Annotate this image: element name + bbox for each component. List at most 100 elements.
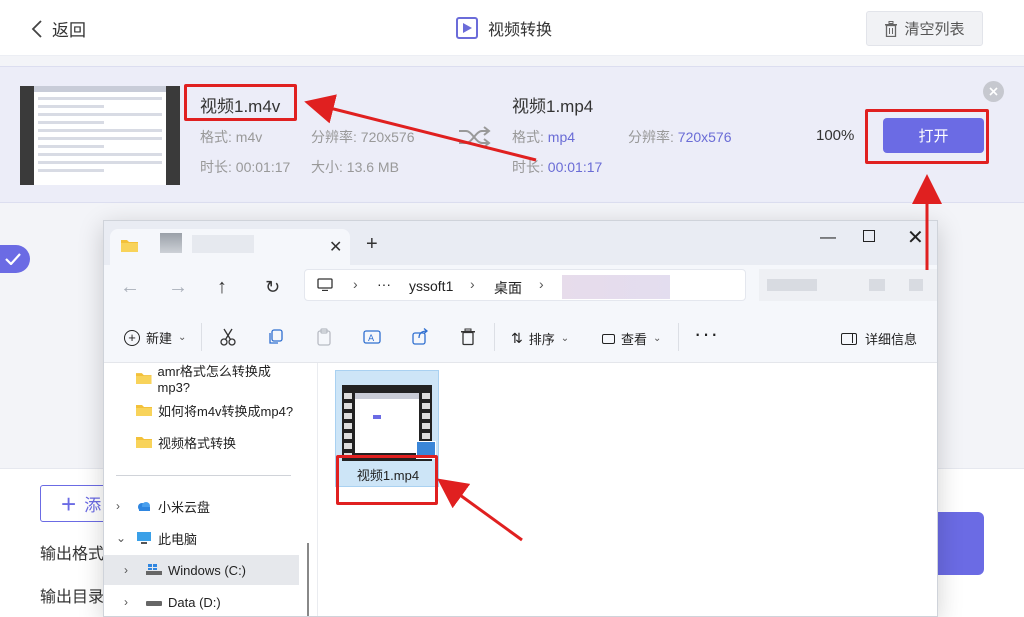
sort-label: 排序 xyxy=(528,332,555,347)
breadcrumb-ellipsis[interactable]: ··· xyxy=(377,276,391,292)
tab-close-icon[interactable]: ✕ xyxy=(329,237,342,257)
new-label: 新建 xyxy=(146,331,173,346)
app-badge-icon xyxy=(416,441,436,459)
output-file-name: 视频1.mp4 xyxy=(512,97,594,116)
back-button[interactable]: 返回 xyxy=(30,16,86,41)
back-arrow-icon[interactable]: ← xyxy=(120,276,140,299)
folder-icon xyxy=(136,373,152,384)
chevron-right-icon[interactable]: › xyxy=(124,595,128,609)
chevron-down-icon[interactable]: ⌄ xyxy=(116,531,126,545)
close-icon xyxy=(989,87,998,96)
breadcrumb-user[interactable]: yssoft1 xyxy=(409,278,453,294)
nav-this-pc-item[interactable]: ⌄ 此电脑 xyxy=(104,523,299,553)
video-thumbnail xyxy=(20,86,180,185)
app-title-text: 视频转换 xyxy=(488,22,553,39)
breadcrumb-chevron-icon: › xyxy=(539,276,544,292)
svg-text:A: A xyxy=(368,334,375,344)
monitor-icon xyxy=(317,278,333,291)
view-button[interactable]: 查看 ⌄ xyxy=(602,329,661,348)
video-file-icon xyxy=(342,385,436,461)
output-format-label: 输出格式 xyxy=(40,546,105,563)
trash-icon xyxy=(885,20,898,37)
nav-folder-item[interactable]: 视频格式转换 xyxy=(104,427,299,457)
video-play-icon xyxy=(456,17,478,39)
new-button[interactable]: + 新建 ⌄ xyxy=(124,328,186,347)
output-duration: 时长: 00:01:17 xyxy=(512,159,603,175)
window-close-button[interactable]: ✕ xyxy=(907,225,924,250)
source-duration: 时长: 00:01:17 xyxy=(200,159,291,175)
nav-drive-c-item[interactable]: › Windows (C:) xyxy=(104,555,299,585)
app-title: 视频转换 xyxy=(456,16,552,40)
share-icon[interactable] xyxy=(410,327,430,347)
output-format[interactable]: 格式: mp4 xyxy=(512,127,575,147)
breadcrumb-desktop[interactable]: 桌面 xyxy=(494,278,522,298)
selected-checkbox[interactable] xyxy=(0,245,30,273)
chevron-left-icon xyxy=(31,19,42,38)
file-name: 视频1.mp4 xyxy=(356,468,420,483)
maximize-button[interactable] xyxy=(863,230,875,242)
output-resolution[interactable]: 分辨率: 720x576 xyxy=(628,127,732,147)
rename-icon[interactable]: A xyxy=(362,327,382,347)
forward-arrow-icon[interactable]: → xyxy=(168,276,188,299)
blurred-breadcrumb xyxy=(562,275,670,299)
windows-drive-icon xyxy=(146,564,162,575)
copy-icon[interactable] xyxy=(266,327,286,347)
nav-this-pc-label: 此电脑 xyxy=(158,531,198,547)
nav-folder-label: 如何将m4v转换成mp4? xyxy=(158,403,294,419)
paste-icon xyxy=(317,328,331,346)
breadcrumb-chevron-icon: › xyxy=(470,276,475,292)
details-pane-icon xyxy=(841,332,857,345)
explorer-tab[interactable]: ✕ xyxy=(110,229,350,265)
blurred-tab-title xyxy=(192,235,254,253)
navigation-pane: amr格式怎么转换成mp3? 如何将m4v转换成mp4? 视频格式转换 › 小米… xyxy=(104,363,309,616)
progress-percent: 100% xyxy=(816,127,855,144)
clear-list-button[interactable]: 清空列表 xyxy=(866,11,983,46)
plus-icon: + xyxy=(61,488,77,519)
nav-drive-c-label: Windows (C:) xyxy=(168,562,247,578)
breadcrumb-chevron-icon: › xyxy=(353,276,358,292)
chevron-right-icon[interactable]: › xyxy=(124,563,128,577)
new-tab-button[interactable]: + xyxy=(366,233,378,256)
details-label: 详细信息 xyxy=(865,332,918,347)
cut-icon[interactable] xyxy=(218,327,238,347)
file-explorer-window: ✕ + — ✕ ← → ↑ ↻ › ··· yssoft1 › 桌面 › + 新 xyxy=(103,220,938,617)
nav-folder-label: 视频格式转换 xyxy=(158,435,237,451)
open-button[interactable]: 打开 xyxy=(883,118,984,153)
remove-task-button[interactable] xyxy=(983,81,1004,102)
sort-button[interactable]: ⇅ 排序 ⌄ xyxy=(511,329,569,348)
folder-icon xyxy=(121,240,138,252)
details-pane-button[interactable]: 详细信息 xyxy=(841,329,917,348)
sort-icon: ⇅ xyxy=(511,330,523,346)
checkmark-icon xyxy=(5,253,21,265)
file-item[interactable]: 视频1.mp4 xyxy=(335,370,439,487)
nav-folder-label: amr格式怎么转换成mp3? xyxy=(157,364,271,395)
delete-icon[interactable] xyxy=(458,327,478,347)
nav-cloud-label: 小米云盘 xyxy=(158,499,211,515)
view-label: 查看 xyxy=(621,332,648,347)
explorer-titlebar: ✕ + — ✕ xyxy=(104,221,937,265)
source-file-name: 视频1.m4v xyxy=(200,97,281,116)
more-options-button[interactable]: ··· xyxy=(694,321,719,347)
computer-icon xyxy=(137,532,151,544)
up-arrow-icon[interactable]: ↑ xyxy=(217,276,227,299)
nav-cloud-item[interactable]: › 小米云盘 xyxy=(104,491,299,521)
chevron-down-icon: ⌄ xyxy=(178,332,187,343)
chevron-right-icon[interactable]: › xyxy=(116,499,120,513)
navigation-scrollbar[interactable] xyxy=(307,543,309,616)
blurred-search-box[interactable] xyxy=(759,269,937,301)
file-list-pane: 视频1.mp4 xyxy=(318,363,937,616)
minimize-button[interactable]: — xyxy=(820,229,836,247)
drive-icon xyxy=(146,601,162,606)
blurred-tab-icon xyxy=(160,233,182,253)
clear-list-label: 清空列表 xyxy=(904,21,965,38)
nav-folder-item[interactable]: 如何将m4v转换成mp4? xyxy=(104,395,299,425)
refresh-icon[interactable]: ↻ xyxy=(265,277,280,298)
cloud-icon xyxy=(138,502,150,511)
nav-drive-d-item[interactable]: › Data (D:) xyxy=(104,587,299,616)
address-bar[interactable]: › ··· yssoft1 › 桌面 › xyxy=(304,269,746,301)
source-format: 格式: m4v xyxy=(200,129,263,145)
app-header: 返回 视频转换 清空列表 xyxy=(0,0,1024,56)
explorer-toolbar: + 新建 ⌄ A ⇅ 排序 ⌄ 查看 ⌄ ··· 详细信息 xyxy=(104,315,937,363)
nav-folder-item[interactable]: amr格式怎么转换成mp3? xyxy=(104,363,299,395)
output-dir-label: 输出目录 xyxy=(40,589,105,606)
